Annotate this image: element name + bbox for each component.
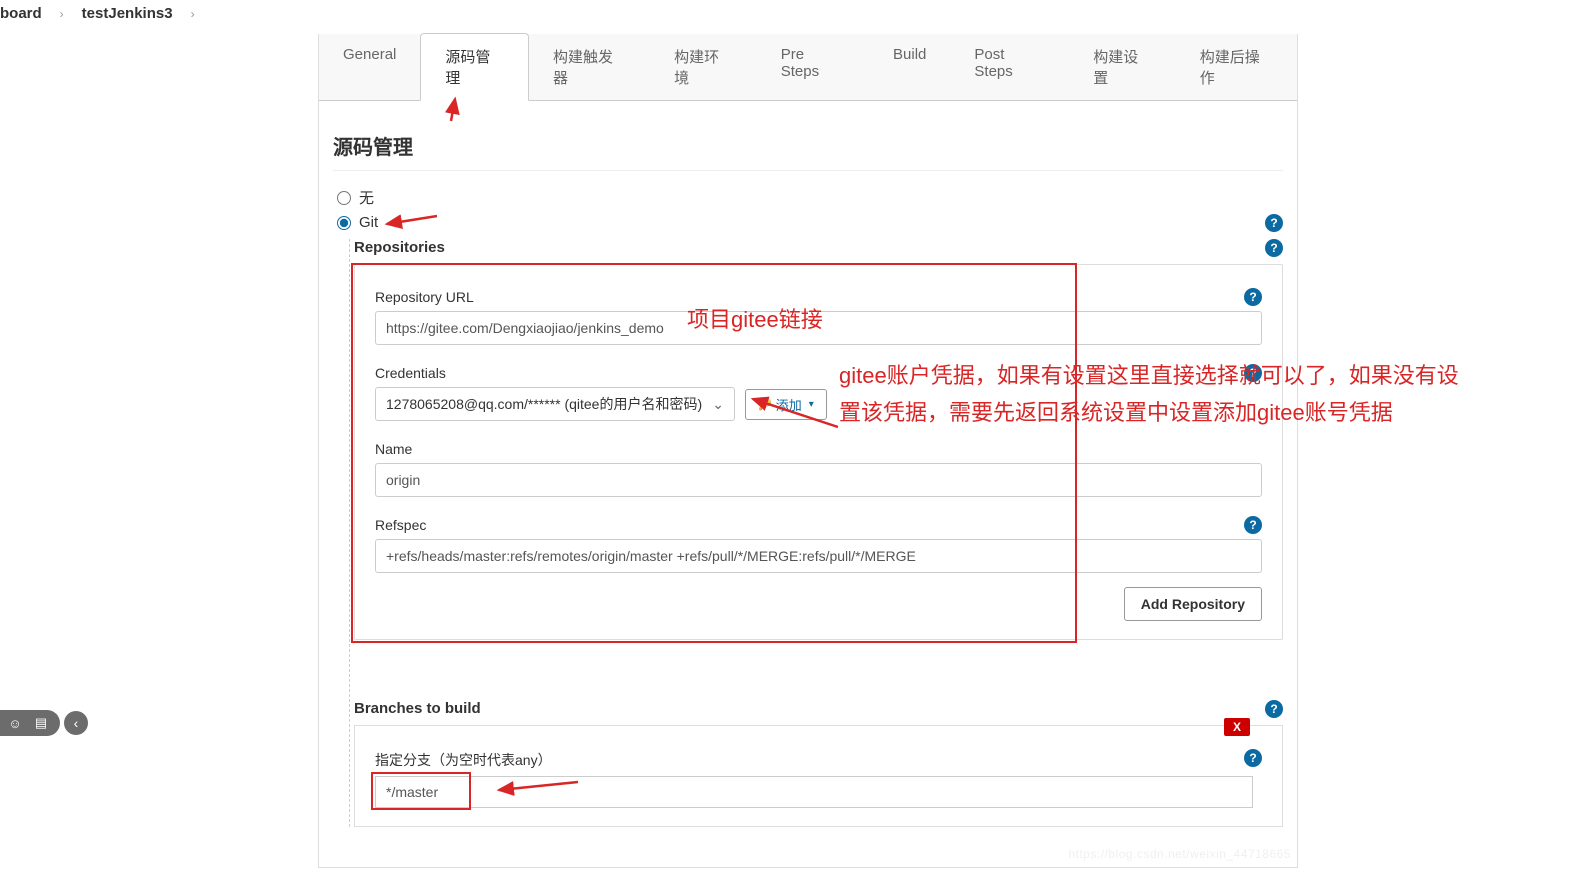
help-icon[interactable]: ?	[1244, 516, 1262, 534]
delete-branch-button[interactable]: X	[1224, 718, 1250, 736]
help-icon[interactable]: ?	[1265, 700, 1283, 718]
radio-git-label: Git	[359, 214, 378, 231]
floating-toolbar: ☺ ▤ ‹	[0, 710, 88, 736]
name-label: Name	[375, 441, 1262, 457]
chevron-right-icon: ›	[60, 7, 64, 21]
credentials-row: 1278065208@qq.com/****** (qitee的用户名和密码) …	[375, 387, 1262, 421]
tab-presteps[interactable]: Pre Steps	[757, 34, 869, 100]
refspec-label: Refspec ?	[375, 517, 1262, 533]
credentials-select[interactable]: 1278065208@qq.com/****** (qitee的用户名和密码)	[375, 387, 735, 421]
help-icon[interactable]: ?	[1265, 214, 1283, 232]
tab-triggers[interactable]: 构建触发器	[529, 34, 650, 100]
branch-spec-label-text: 指定分支（为空时代表any）	[375, 752, 552, 768]
tab-env[interactable]: 构建环境	[650, 34, 757, 100]
repo-url-label-text: Repository URL	[375, 289, 474, 305]
breadcrumb-item-project[interactable]: testJenkins3	[82, 5, 173, 22]
arrow-annotation-icon	[381, 210, 441, 234]
emoji-icon[interactable]: ☺	[6, 714, 24, 732]
help-icon[interactable]: ?	[1265, 239, 1283, 257]
tool-pill[interactable]: ☺ ▤	[0, 710, 60, 736]
tab-poststeps[interactable]: Post Steps	[950, 34, 1069, 100]
tab-build[interactable]: Build	[869, 34, 950, 100]
watermark: https://blog.csdn.net/weixin_44718665	[1068, 847, 1291, 861]
repositories-title: Repositories ?	[354, 239, 1283, 256]
refspec-label-text: Refspec	[375, 517, 426, 533]
radio-git[interactable]	[337, 216, 351, 230]
branch-block: X 指定分支（为空时代表any） ?	[354, 725, 1283, 827]
radio-row-none[interactable]: 无	[333, 187, 1283, 208]
branch-spec-label: 指定分支（为空时代表any） ?	[375, 750, 1262, 770]
branch-spec-input[interactable]	[375, 776, 1253, 808]
add-credentials-button[interactable]: 添加	[745, 389, 827, 420]
name-label-text: Name	[375, 441, 412, 457]
radio-none[interactable]	[337, 191, 351, 205]
tab-postbuild[interactable]: 构建后操作	[1176, 34, 1297, 100]
help-icon[interactable]: ?	[1244, 288, 1262, 306]
branches-section: Branches to build ? X 指定分支（为空时代表any） ?	[354, 700, 1283, 827]
credentials-label: Credentials ?	[375, 365, 1262, 381]
add-repository-button[interactable]: Add Repository	[1124, 587, 1262, 621]
radio-row-git[interactable]: Git ?	[333, 214, 1283, 231]
repo-url-input[interactable]	[375, 311, 1262, 345]
repositories-title-text: Repositories	[354, 239, 445, 256]
chevron-right-icon: ›	[191, 7, 195, 21]
tab-scm[interactable]: 源码管理	[420, 33, 529, 101]
repository-block: Repository URL ? 项目gitee链接 Credentials ?…	[354, 264, 1283, 640]
breadcrumb-item-dashboard[interactable]: board	[0, 5, 42, 22]
breadcrumb: board › testJenkins3 ›	[0, 0, 1579, 34]
branches-title: Branches to build ?	[354, 700, 1283, 717]
section-title-scm: 源码管理	[333, 131, 1283, 171]
collapse-tools-button[interactable]: ‹	[64, 711, 88, 735]
add-credentials-label: 添加	[776, 395, 802, 414]
name-input[interactable]	[375, 463, 1262, 497]
content: 源码管理 无 Git ? Repositories ?	[319, 101, 1297, 867]
repo-url-label: Repository URL ?	[375, 289, 1262, 305]
git-subsection: Repositories ? Repository URL ? 项目gitee链…	[349, 239, 1283, 827]
radio-none-label: 无	[359, 187, 374, 208]
refspec-input[interactable]	[375, 539, 1262, 573]
help-icon[interactable]: ?	[1244, 364, 1262, 382]
tab-general[interactable]: General	[319, 34, 420, 100]
help-icon[interactable]: ?	[1244, 749, 1262, 767]
main-panel: General 源码管理 构建触发器 构建环境 Pre Steps Build …	[318, 34, 1298, 868]
credentials-label-text: Credentials	[375, 365, 446, 381]
tab-settings[interactable]: 构建设置	[1069, 34, 1176, 100]
branches-title-text: Branches to build	[354, 700, 481, 717]
tabs: General 源码管理 构建触发器 构建环境 Pre Steps Build …	[319, 34, 1297, 101]
credentials-value: 1278065208@qq.com/****** (qitee的用户名和密码)	[386, 394, 702, 414]
chat-icon[interactable]: ▤	[32, 714, 50, 732]
